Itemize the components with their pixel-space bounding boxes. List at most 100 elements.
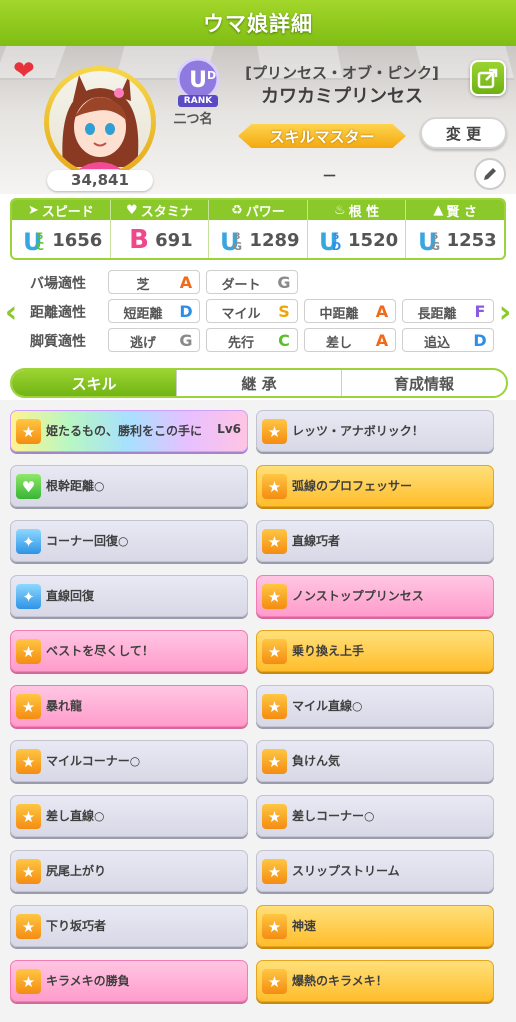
aptitude-mile: マイル S bbox=[206, 299, 298, 323]
skill-name: レッツ・アナボリック！ bbox=[292, 424, 424, 438]
skill-name: キラメキの勝負 bbox=[46, 974, 130, 988]
favorite-heart-icon[interactable]: ❤ bbox=[13, 58, 35, 84]
skill-name: 負けん気 bbox=[292, 754, 341, 768]
recovery-skill-icon: ✦ bbox=[16, 529, 41, 554]
title-badge: スキルマスター bbox=[238, 124, 406, 148]
aptitude-pace-chaser: 先行 C bbox=[206, 328, 298, 352]
skill-item[interactable]: ★ 弧線のプロフェッサー bbox=[256, 465, 494, 507]
skill-item[interactable]: ★ レッツ・アナボリック！ bbox=[256, 410, 494, 452]
skill-name: 直線回復 bbox=[46, 589, 95, 603]
grade-b-icon: B bbox=[129, 225, 149, 255]
speed-skill-icon: ★ bbox=[262, 969, 287, 994]
skill-name: 差しコーナー○ bbox=[292, 809, 375, 823]
aptitude-dirt: ダート G bbox=[206, 270, 298, 294]
skill-item[interactable]: ★ ベストを尽くして！ bbox=[10, 630, 248, 672]
stat-speed: ➤ スピード U5C 1656 bbox=[12, 200, 110, 258]
skill-name: 姫たるもの、勝利をこの手に bbox=[46, 424, 203, 438]
skill-item[interactable]: ★ マイルコーナー○ bbox=[10, 740, 248, 782]
stat-wisdom: ▲ 賢 さ U5G 1253 bbox=[405, 200, 504, 258]
stat-guts: ♨ 根 性 U5D 1520 bbox=[306, 200, 406, 258]
aptitude-late-surger: 差し A bbox=[304, 328, 396, 352]
skill-item[interactable]: ✦ コーナー回復○ bbox=[10, 520, 248, 562]
skill-name: 神速 bbox=[292, 919, 317, 933]
grade-ug8-icon: U8G bbox=[220, 228, 242, 255]
speed-skill-icon: ★ bbox=[16, 969, 41, 994]
title-bar: ウマ娘詳細 bbox=[0, 0, 516, 46]
grade-ug5-icon: U5G bbox=[418, 228, 440, 255]
skill-item[interactable]: ♥ 根幹距離○ bbox=[10, 465, 248, 507]
skill-item[interactable]: ★ 神速 bbox=[256, 905, 494, 947]
tab-bar: スキル 継 承 育成情報 bbox=[10, 368, 508, 398]
speed-skill-icon: ★ bbox=[262, 529, 287, 554]
skill-item[interactable]: ★ 暴れ龍 bbox=[10, 685, 248, 727]
stat-stamina: ♥ スタミナ B 691 bbox=[109, 200, 209, 258]
skill-item[interactable]: ★ マイル直線○ bbox=[256, 685, 494, 727]
tab-skills[interactable]: スキル bbox=[12, 370, 176, 396]
arm-icon: ♻ bbox=[231, 202, 243, 218]
tab-inheritance[interactable]: 継 承 bbox=[176, 370, 341, 396]
speed-skill-icon: ★ bbox=[262, 859, 287, 884]
skill-item[interactable]: ★ 直線巧者 bbox=[256, 520, 494, 562]
skill-item[interactable]: ★ 尻尾上がり bbox=[10, 850, 248, 892]
grade-uc5-icon: U5C bbox=[23, 228, 44, 255]
speed-skill-icon: ★ bbox=[16, 914, 41, 939]
skill-item[interactable]: ★ ノンストッププリンセス bbox=[256, 575, 494, 617]
speed-skill-icon: ★ bbox=[262, 694, 287, 719]
recovery-skill-icon: ✦ bbox=[16, 584, 41, 609]
speed-skill-icon: ★ bbox=[262, 804, 287, 829]
speed-skill-icon: ★ bbox=[16, 639, 41, 664]
nickname-label: 二つ名 bbox=[173, 112, 213, 127]
skill-name: 根幹距離○ bbox=[46, 479, 105, 493]
skill-item[interactable]: ★ スリップストリーム bbox=[256, 850, 494, 892]
page-title: ウマ娘詳細 bbox=[203, 12, 313, 36]
style-aptitude-row: 脚質適性 逃げ G 先行 C 差し A 追込 D bbox=[0, 328, 516, 354]
aptitude-end-closer: 追込 D bbox=[402, 328, 494, 352]
svg-text:U: U bbox=[189, 68, 207, 93]
speed-skill-icon: ★ bbox=[262, 474, 287, 499]
skill-name: 爆熱のキラメキ！ bbox=[292, 974, 388, 988]
speed-skill-icon: ★ bbox=[16, 859, 41, 884]
speed-skill-icon: ★ bbox=[262, 749, 287, 774]
speed-skill-icon: ★ bbox=[16, 694, 41, 719]
speed-skill-icon: ★ bbox=[16, 749, 41, 774]
svg-text:G: G bbox=[431, 240, 440, 253]
svg-text:D: D bbox=[332, 240, 341, 253]
speed-skill-icon: ★ bbox=[262, 584, 287, 609]
share-icon bbox=[477, 68, 498, 89]
skill-name: 暴れ龍 bbox=[46, 699, 83, 713]
skill-name: スリップストリーム bbox=[292, 864, 400, 878]
stamina-skill-icon: ♥ bbox=[16, 474, 41, 499]
character-epithet: [プリンセス・オブ・ピンク] bbox=[245, 64, 439, 82]
shoe-icon: ➤ bbox=[27, 202, 39, 218]
skill-item[interactable]: ★ 姫たるもの、勝利をこの手に Lv6 bbox=[10, 410, 248, 452]
aptitude-turf: 芝A bbox=[108, 270, 200, 294]
change-title-button[interactable]: 変 更 bbox=[420, 117, 507, 149]
rank-emblem-icon: U D RANK bbox=[170, 55, 226, 111]
edit-button[interactable] bbox=[474, 158, 506, 190]
tab-training-info[interactable]: 育成情報 bbox=[341, 370, 506, 396]
skill-item[interactable]: ★ 下り坂巧者 bbox=[10, 905, 248, 947]
character-portrait bbox=[44, 66, 156, 178]
skill-item[interactable]: ★ 差しコーナー○ bbox=[256, 795, 494, 837]
skill-item[interactable]: ★ 爆熱のキラメキ！ bbox=[256, 960, 494, 1002]
flame-icon: ♨ bbox=[333, 202, 346, 218]
rank-label: RANK bbox=[183, 96, 213, 106]
speed-skill-icon: ★ bbox=[262, 639, 287, 664]
skill-name: コーナー回復○ bbox=[46, 534, 129, 548]
share-button[interactable] bbox=[470, 60, 506, 96]
character-name: カワカミプリンセス bbox=[261, 86, 423, 107]
graduation-cap-icon: ▲ bbox=[433, 202, 444, 218]
fan-count: 34,841 bbox=[47, 170, 153, 191]
character-face-icon bbox=[62, 75, 139, 169]
skill-name: 差し直線○ bbox=[46, 809, 105, 823]
skill-name: マイルコーナー○ bbox=[46, 754, 141, 768]
surface-aptitude-row: バ場適性 芝A ダート G bbox=[0, 270, 516, 296]
skill-item[interactable]: ✦ 直線回復 bbox=[10, 575, 248, 617]
skill-item[interactable]: ★ 差し直線○ bbox=[10, 795, 248, 837]
skill-item[interactable]: ★ キラメキの勝負 bbox=[10, 960, 248, 1002]
speed-skill-icon: ★ bbox=[262, 914, 287, 939]
aptitude-long: 長距離 F bbox=[402, 299, 494, 323]
skill-item[interactable]: ★ 負けん気 bbox=[256, 740, 494, 782]
skill-item[interactable]: ★ 乗り換え上手 bbox=[256, 630, 494, 672]
grade-ud5-icon: U5D bbox=[319, 228, 341, 255]
